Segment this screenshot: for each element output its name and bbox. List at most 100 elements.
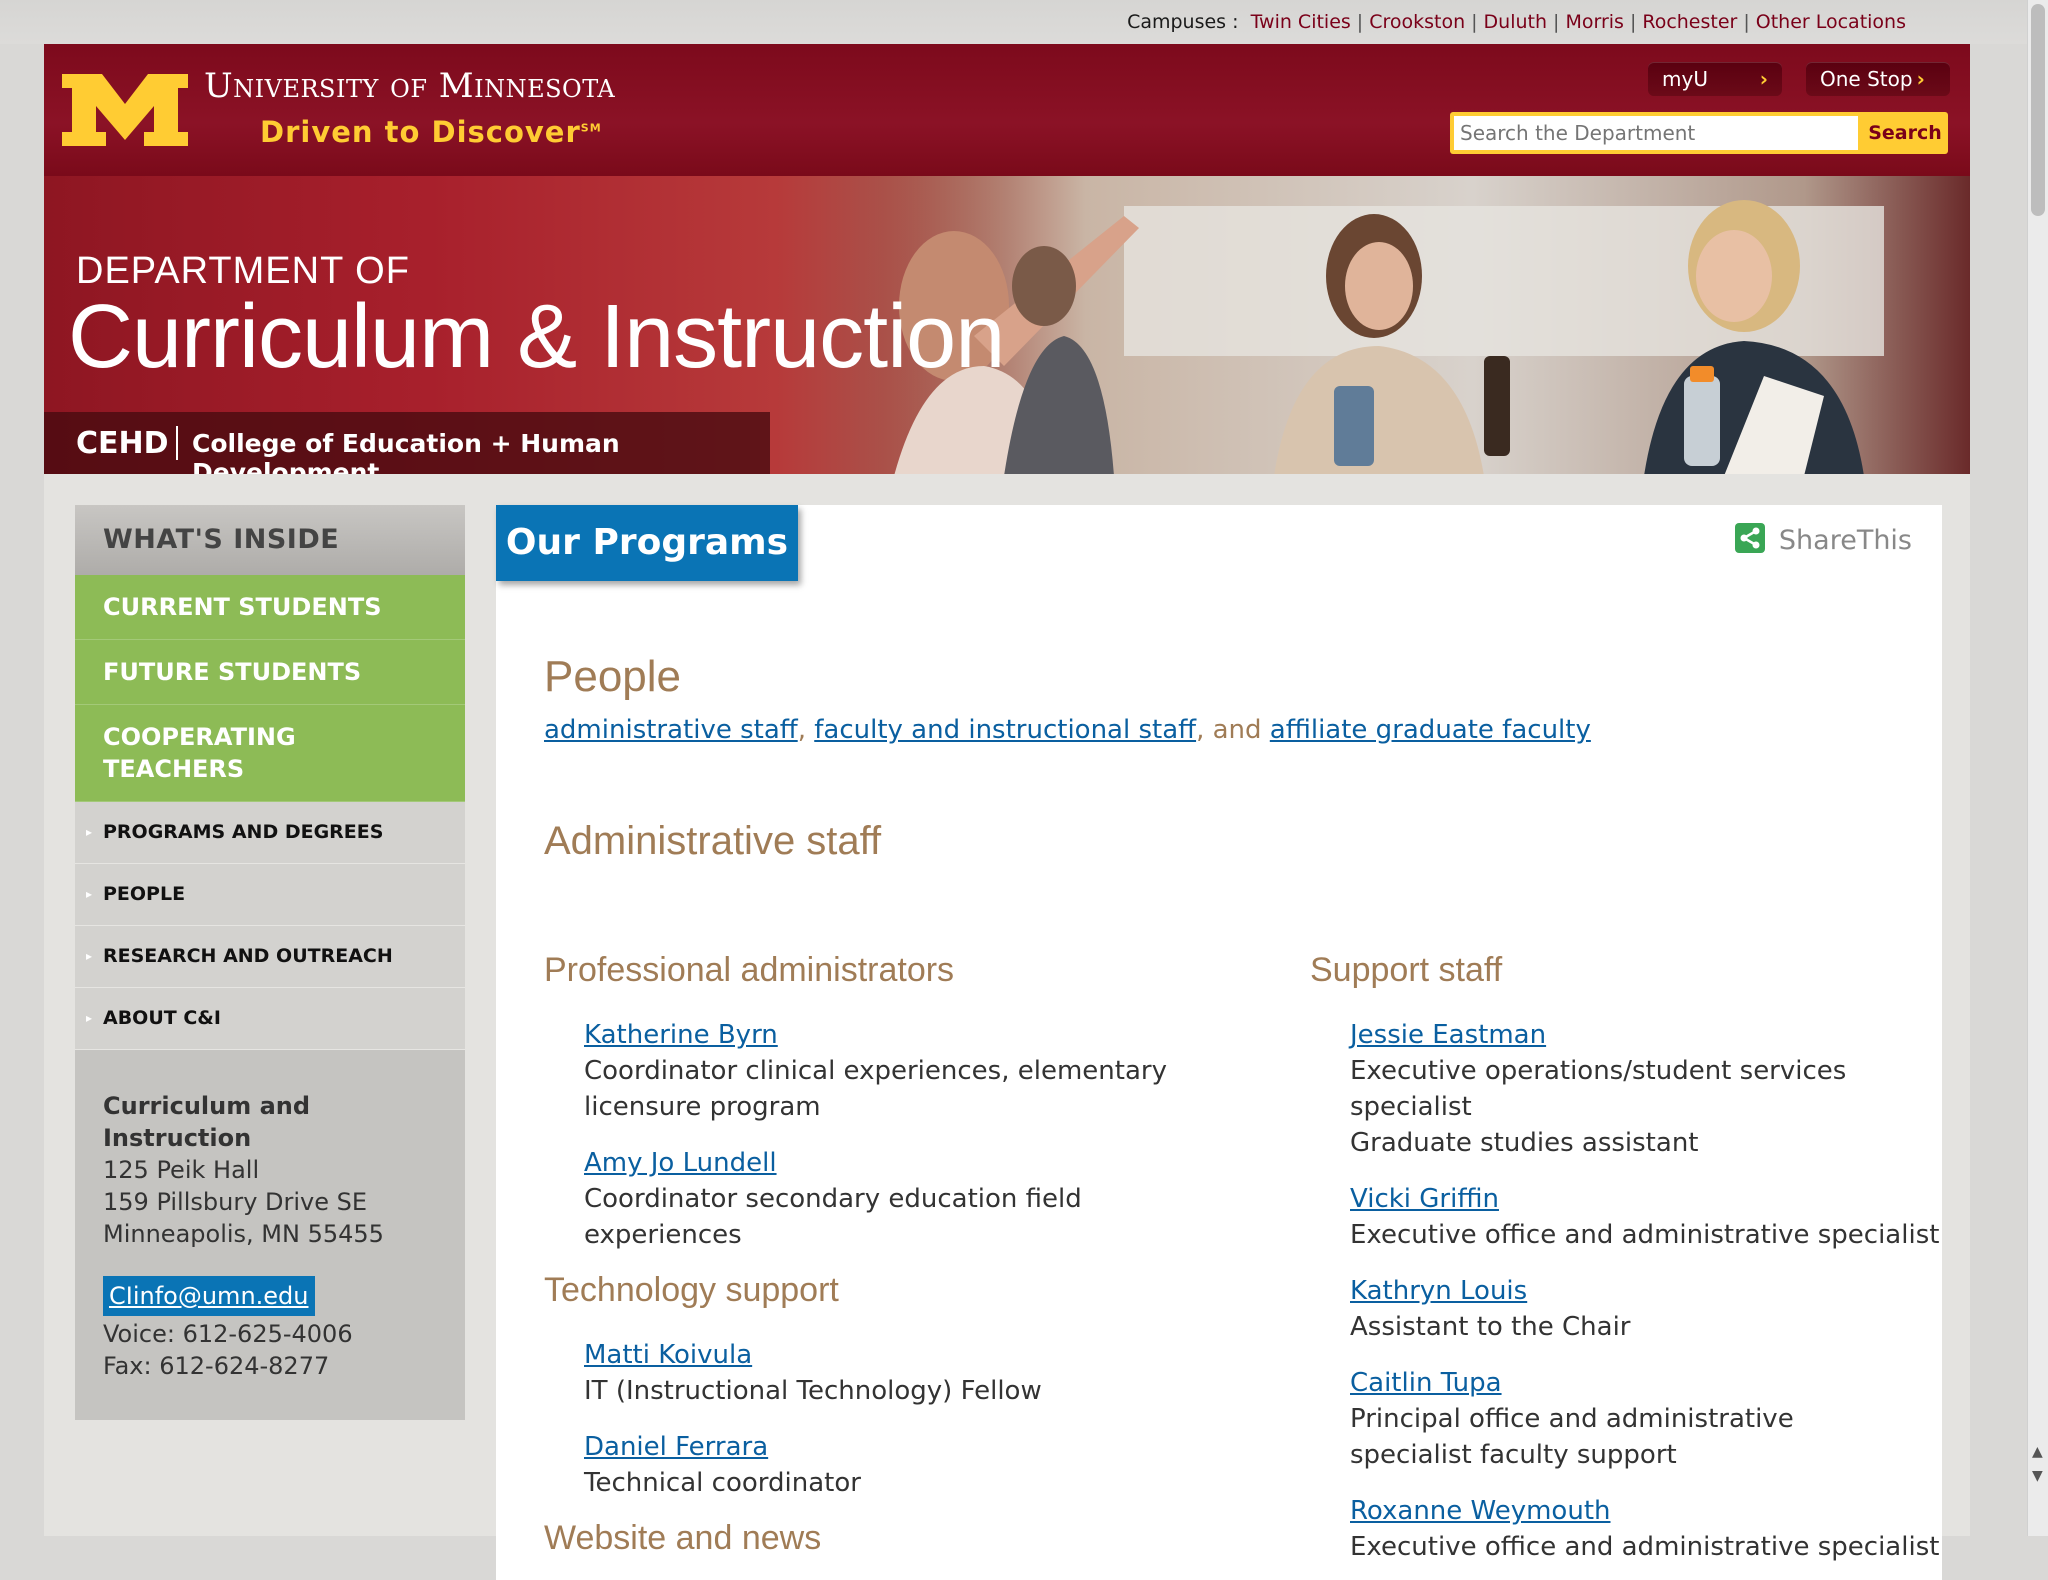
sidebar-item-label: ABOUT C&I xyxy=(103,1007,221,1029)
college-strip[interactable]: CEHD College of Education + Human Develo… xyxy=(44,412,770,474)
person-entry: Vicki Griffin Executive office and admin… xyxy=(1350,1181,1950,1253)
triangle-right-icon: ▸ xyxy=(86,1011,93,1025)
scroll-up-arrow-icon[interactable]: ▲ xyxy=(2032,1444,2043,1460)
campus-links: Campuses : Twin Cities | Crookston | Duluth |… xyxy=(1127,11,1906,33)
search-button[interactable]: Search xyxy=(1862,112,1948,154)
search-box: Search xyxy=(1450,112,1948,154)
person-name-link[interactable]: Kathryn Louis xyxy=(1350,1273,1950,1309)
university-m-logo[interactable] xyxy=(62,74,188,150)
contact-address-line: 125 Peik Hall xyxy=(103,1156,260,1184)
tagline: Driven to DiscoverSM xyxy=(260,115,602,149)
campus-link-morris[interactable]: Morris xyxy=(1565,11,1623,33)
sidebar-item-label: RESEARCH AND OUTREACH xyxy=(103,945,393,967)
campus-link-other-locations[interactable]: Other Locations xyxy=(1756,11,1906,33)
sidebar-item-cooperating-teachers[interactable]: COOPERATING TEACHERS xyxy=(75,705,465,802)
scroll-down-arrow-icon[interactable]: ▼ xyxy=(2032,1468,2043,1484)
person-title: IT (Instructional Technology) Fellow xyxy=(584,1376,1042,1406)
sharethis-label: ShareThis xyxy=(1778,525,1912,556)
administrative-staff-link[interactable]: administrative staff xyxy=(544,715,798,745)
triangle-right-icon: ▸ xyxy=(86,825,93,839)
department-name[interactable]: Curriculum & Instruction xyxy=(68,286,1005,389)
person-title: Assistant to the Chair xyxy=(1350,1312,1631,1342)
separator: , and xyxy=(1196,715,1270,745)
divider xyxy=(176,426,178,460)
person-title: Executive operations/student services sp… xyxy=(1350,1056,1847,1122)
chevron-right-icon: › xyxy=(1759,67,1768,91)
people-links: administrative staff, faculty and instru… xyxy=(544,715,1591,745)
sidebar-item-label: PROGRAMS AND DEGREES xyxy=(103,821,384,843)
myu-label: myU xyxy=(1662,67,1708,91)
campus-link-twin-cities[interactable]: Twin Cities xyxy=(1251,11,1351,33)
triangle-right-icon: ▸ xyxy=(86,949,93,963)
vertical-scrollbar[interactable]: ▲ ▼ xyxy=(2027,0,2048,1536)
person-title: Executive office and administrative spec… xyxy=(1350,1532,1940,1562)
person-entry: Katherine Byrn Coordinator clinical expe… xyxy=(584,1017,1184,1125)
sidebar-item-programs-and-degrees[interactable]: ▸ PROGRAMS AND DEGREES xyxy=(75,802,465,864)
person-name-link[interactable]: Vicki Griffin xyxy=(1350,1181,1950,1217)
person-name-link[interactable]: Roxanne Weymouth xyxy=(1350,1493,1950,1529)
sidebar-item-current-students[interactable]: CURRENT STUDENTS xyxy=(75,575,465,640)
triangle-right-icon: ▸ xyxy=(86,887,93,901)
website-and-news-heading: Website and news xyxy=(544,1519,822,1557)
campus-link-rochester[interactable]: Rochester xyxy=(1642,11,1737,33)
person-title: Executive office and administrative spec… xyxy=(1350,1220,1940,1250)
scrollbar-thumb[interactable] xyxy=(2031,4,2045,216)
banner-photo xyxy=(864,176,1970,474)
contact-fax: Fax: 612-624-8277 xyxy=(103,1352,330,1380)
main-content: Our Programs ShareThis People administra… xyxy=(496,505,1942,1580)
campus-link-crookston[interactable]: Crookston xyxy=(1369,11,1465,33)
department-banner: DEPARTMENT OF Curriculum & Instruction C… xyxy=(44,176,1970,474)
sidebar-item-future-students[interactable]: FUTURE STUDENTS xyxy=(75,640,465,705)
person-name-link[interactable]: Caitlin Tupa xyxy=(1350,1365,1950,1401)
site-header: University of Minnesota Driven to Discov… xyxy=(44,44,1970,176)
contact-info: Curriculum and Instruction 125 Peik Hall… xyxy=(75,1050,465,1420)
college-abbreviation: CEHD xyxy=(76,426,169,461)
technology-support-heading: Technology support xyxy=(544,1271,839,1309)
person-name-link[interactable]: Amy Jo Lundell xyxy=(584,1145,1184,1181)
contact-email-link[interactable]: CIinfo@umn.edu xyxy=(103,1276,315,1316)
contact-org: Curriculum and Instruction xyxy=(103,1092,311,1152)
tagline-text: Driven to Discover xyxy=(260,115,581,149)
person-entry: Amy Jo Lundell Coordinator secondary edu… xyxy=(584,1145,1184,1253)
contact-voice: Voice: 612-625-4006 xyxy=(103,1320,353,1348)
tab-our-programs[interactable]: Our Programs xyxy=(496,505,798,581)
sidebar-item-people[interactable]: ▸ PEOPLE xyxy=(75,864,465,926)
faculty-staff-link[interactable]: faculty and instructional staff xyxy=(814,715,1196,745)
campus-bar: Campuses : Twin Cities | Crookston | Duluth |… xyxy=(0,0,2028,44)
person-title: Coordinator secondary education field ex… xyxy=(584,1184,1082,1250)
person-entry: Caitlin Tupa Principal office and admini… xyxy=(1350,1365,1950,1473)
one-stop-button[interactable]: One Stop › xyxy=(1806,62,1950,96)
contact-address-line: 159 Pillsbury Drive SE xyxy=(103,1188,368,1216)
person-title: Technical coordinator xyxy=(584,1468,861,1498)
one-stop-label: One Stop xyxy=(1820,67,1913,91)
person-entry: Roxanne Weymouth Executive office and ad… xyxy=(1350,1493,1950,1565)
person-name-link[interactable]: Matti Koivula xyxy=(584,1337,1184,1373)
sidebar-item-about[interactable]: ▸ ABOUT C&I xyxy=(75,988,465,1050)
administrative-staff-heading: Administrative staff xyxy=(544,819,882,863)
separator: , xyxy=(797,715,815,745)
people-heading: People xyxy=(544,652,682,701)
person-name-link[interactable]: Katherine Byrn xyxy=(584,1017,1184,1053)
service-mark: SM xyxy=(580,121,602,135)
share-icon xyxy=(1734,522,1765,553)
person-name-link[interactable]: Daniel Ferrara xyxy=(584,1429,1184,1465)
college-name: College of Education + Human Development xyxy=(192,429,620,474)
sharethis-button[interactable]: ShareThis xyxy=(1734,522,1912,557)
professional-administrators-heading: Professional administrators xyxy=(544,951,955,989)
support-staff-heading: Support staff xyxy=(1310,951,1503,989)
person-title: Principal office and administrative spec… xyxy=(1350,1404,1794,1470)
person-entry: Kathryn Louis Assistant to the Chair xyxy=(1350,1273,1950,1345)
myu-button[interactable]: myU › xyxy=(1648,62,1782,96)
affiliate-faculty-link[interactable]: affiliate graduate faculty xyxy=(1270,715,1591,745)
chevron-right-icon: › xyxy=(1916,67,1925,91)
search-input[interactable] xyxy=(1454,116,1858,150)
person-title: Graduate studies assistant xyxy=(1350,1128,1699,1158)
university-name[interactable]: University of Minnesota xyxy=(204,66,615,106)
person-name-link[interactable]: Jessie Eastman xyxy=(1350,1017,1950,1053)
sidebar-item-research-and-outreach[interactable]: ▸ RESEARCH AND OUTREACH xyxy=(75,926,465,988)
contact-address-line: Minneapolis, MN 55455 xyxy=(103,1220,384,1248)
sidebar: WHAT'S INSIDE CURRENT STUDENTS FUTURE ST… xyxy=(75,505,465,1420)
campus-link-duluth[interactable]: Duluth xyxy=(1484,11,1548,33)
page-shell: University of Minnesota Driven to Discov… xyxy=(44,44,1970,1580)
person-entry: Matti Koivula IT (Instructional Technolo… xyxy=(584,1337,1184,1409)
